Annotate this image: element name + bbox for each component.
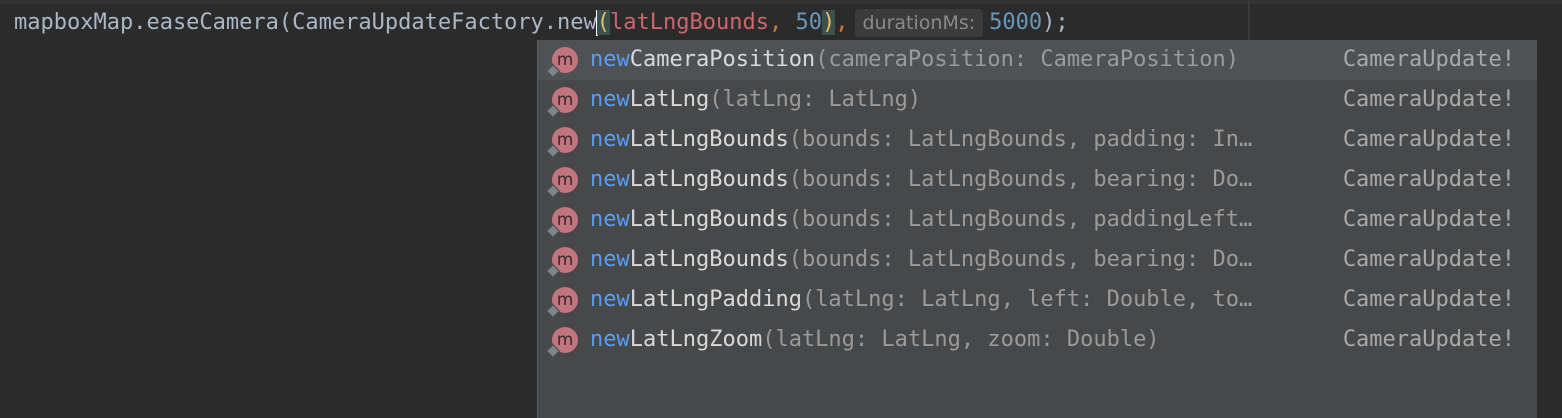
- right-margin-guide: [1248, 0, 1250, 40]
- open-paren: (: [596, 10, 611, 35]
- completion-signature: newLatLngBounds(bounds: LatLngBounds, be…: [590, 240, 1252, 280]
- method-name: LatLngBounds: [629, 247, 789, 272]
- method-params: (latLng: LatLng): [709, 87, 922, 112]
- method-name: LatLngBounds: [629, 207, 789, 232]
- method-name: CameraPosition: [629, 47, 816, 72]
- return-type: CameraUpdate!: [1342, 167, 1515, 192]
- method-params: (latLng: LatLng, zoom: Double): [762, 327, 1160, 352]
- match-prefix: new: [590, 287, 630, 312]
- completion-popup: m newCameraPosition(cameraPosition: Camer…: [537, 40, 1537, 418]
- method-name: LatLng: [629, 87, 710, 112]
- match-prefix: new: [590, 327, 630, 352]
- method-params: (cameraPosition: CameraPosition): [815, 47, 1240, 72]
- completion-item[interactable]: m newLatLng(latLng: LatLng) CameraUpdate!: [538, 80, 1537, 120]
- method-params: (latLng: LatLng, left: Double, to…: [801, 287, 1253, 312]
- return-type: CameraUpdate!: [1342, 127, 1515, 152]
- method-params: (bounds: LatLngBounds, bearing: Do…: [788, 247, 1253, 272]
- arg-comma: ,: [769, 10, 796, 35]
- method-params: (bounds: LatLngBounds, bearing: Do…: [788, 167, 1253, 192]
- duration-value: 5000: [989, 10, 1043, 35]
- completion-signature: newLatLng(latLng: LatLng): [590, 80, 921, 120]
- match-prefix: new: [590, 247, 630, 272]
- method-params: (bounds: LatLngBounds, padding: In…: [788, 127, 1253, 152]
- return-type: CameraUpdate!: [1342, 87, 1515, 112]
- method-name: LatLngBounds: [629, 127, 789, 152]
- match-prefix: new: [590, 127, 630, 152]
- completion-signature: newLatLngBounds(bounds: LatLngBounds, be…: [590, 160, 1252, 200]
- completion-item[interactable]: m newLatLngPadding(latLng: LatLng, left: …: [538, 280, 1537, 320]
- completion-signature: newLatLngZoom(latLng: LatLng, zoom: Doub…: [590, 320, 1160, 360]
- arg-comma-2: ,: [835, 10, 849, 35]
- method-name: LatLngBounds: [629, 167, 789, 192]
- match-prefix: new: [590, 167, 630, 192]
- completion-signature: newLatLngBounds(bounds: LatLngBounds, pa…: [590, 200, 1252, 240]
- completion-item[interactable]: m newLatLngBounds(bounds: LatLngBounds, p…: [538, 200, 1537, 240]
- argument-padding: 50: [795, 10, 823, 35]
- completion-item[interactable]: m newLatLngBounds(bounds: LatLngBounds, p…: [538, 120, 1537, 160]
- code-line[interactable]: mapboxMap.easeCamera(CameraUpdateFactory…: [14, 6, 1069, 40]
- parameter-hint: durationMs:: [854, 9, 984, 37]
- previous-line-strip: [0, 0, 1562, 4]
- method-params: (bounds: LatLngBounds, paddingLeft…: [788, 207, 1253, 232]
- return-type: CameraUpdate!: [1342, 47, 1515, 72]
- code-prefix: mapboxMap.easeCamera(CameraUpdateFactory…: [14, 10, 597, 35]
- completion-signature: newLatLngBounds(bounds: LatLngBounds, pa…: [590, 120, 1252, 160]
- method-name: LatLngZoom: [629, 327, 763, 352]
- return-type: CameraUpdate!: [1342, 247, 1515, 272]
- argument-latlngbounds: latLngBounds: [610, 10, 769, 35]
- completion-item[interactable]: m newLatLngZoom(latLng: LatLng, zoom: Dou…: [538, 320, 1537, 360]
- return-type: CameraUpdate!: [1342, 327, 1515, 352]
- return-type: CameraUpdate!: [1342, 287, 1515, 312]
- method-name: LatLngPadding: [629, 287, 802, 312]
- close-paren: ): [822, 10, 836, 35]
- code-suffix: );: [1042, 10, 1069, 35]
- completion-item[interactable]: m newLatLngBounds(bounds: LatLngBounds, b…: [538, 240, 1537, 280]
- completion-item[interactable]: m newCameraPosition(cameraPosition: Camer…: [538, 40, 1537, 80]
- match-prefix: new: [590, 47, 630, 72]
- match-prefix: new: [590, 87, 630, 112]
- completion-signature: newLatLngPadding(latLng: LatLng, left: D…: [590, 280, 1252, 320]
- return-type: CameraUpdate!: [1342, 207, 1515, 232]
- completion-signature: newCameraPosition(cameraPosition: Camera…: [590, 40, 1239, 80]
- match-prefix: new: [590, 207, 630, 232]
- completion-item[interactable]: m newLatLngBounds(bounds: LatLngBounds, b…: [538, 160, 1537, 200]
